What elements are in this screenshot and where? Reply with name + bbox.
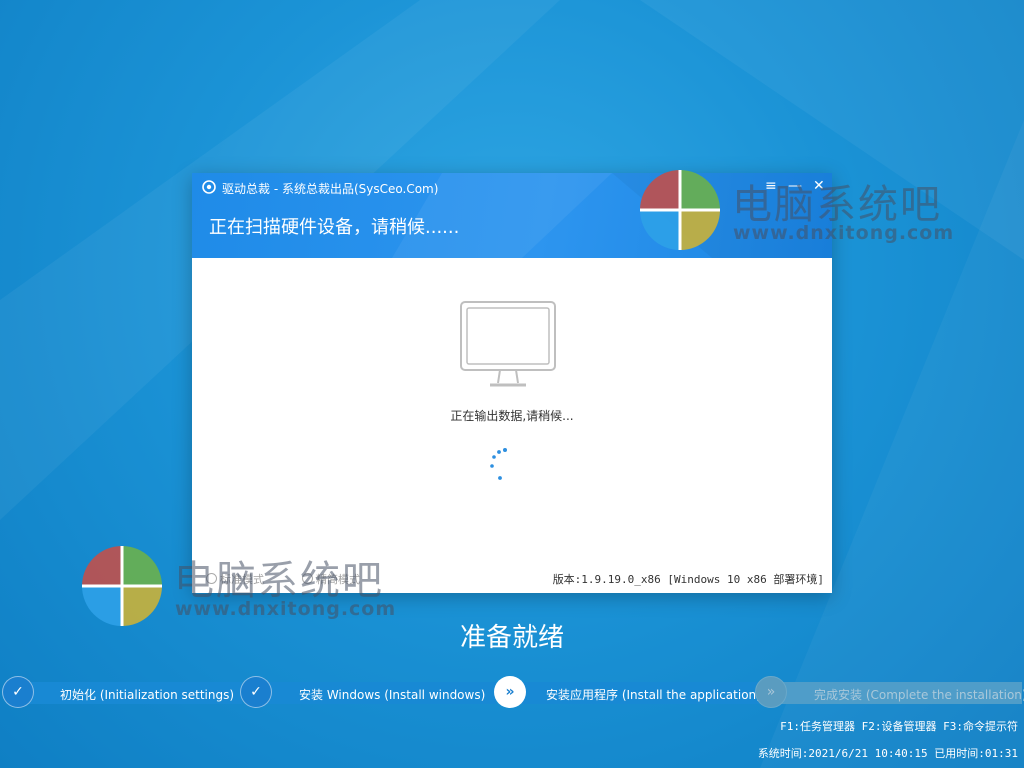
step-2-check-icon: ✓: [240, 676, 272, 708]
step-4-forward-icon: »: [755, 676, 787, 708]
version-info: 版本:1.9.19.0_x86 [Windows 10 x86 部署环境]: [552, 573, 824, 586]
install-progress-steps: ✓ 初始化 (Initialization settings) ✓ 安装 Win…: [0, 676, 1024, 710]
hotkey-hints: F1:任务管理器 F2:设备管理器 F3:命令提示符: [780, 720, 1018, 733]
ready-status: 准备就绪: [459, 623, 564, 653]
scan-heading: 正在扫描硬件设备，请稍候......: [209, 217, 460, 238]
dialog-title: 驱动总裁 - 系统总裁出品(SysCeo.Com): [222, 182, 439, 196]
loading-spinner-icon: [490, 448, 507, 480]
app-logo-icon: [202, 180, 216, 194]
step-3-forward-icon: »: [494, 676, 526, 708]
step-2-label: 安装 Windows (Install windows): [299, 688, 486, 702]
watermark-top: 电脑系统吧 www.dnxitong.com: [640, 170, 970, 260]
step-3-label: 安装应用程序 (Install the application): [546, 688, 761, 702]
status-text: 正在输出数据,请稍候...: [450, 409, 574, 423]
windows-logo-icon: [640, 170, 720, 250]
step-1-check-icon: ✓: [2, 676, 34, 708]
watermark-url: www.dnxitong.com: [733, 222, 955, 244]
monitor-icon: [460, 301, 556, 387]
windows-logo-icon: [82, 546, 162, 626]
step-4-label: 完成安装 (Complete the installation): [814, 688, 1024, 702]
system-time: 系统时间:2021/6/21 10:40:15 已用时间:01:31: [757, 747, 1018, 760]
step-1-label: 初始化 (Initialization settings): [60, 688, 235, 702]
